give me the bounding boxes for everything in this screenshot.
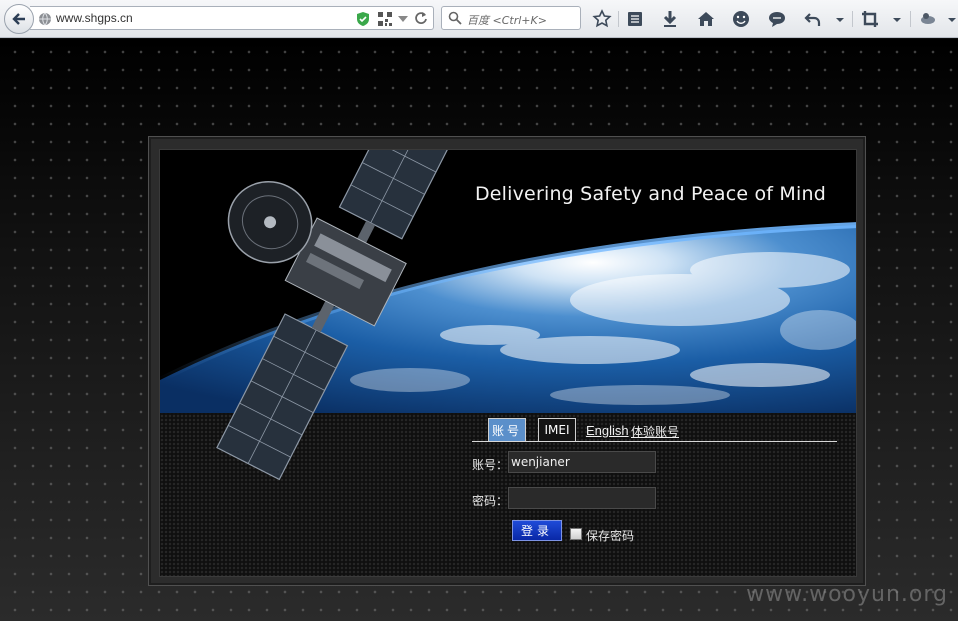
account-input[interactable] xyxy=(508,451,656,473)
satellite-image xyxy=(216,150,460,481)
url-text: www.shgps.cn xyxy=(56,11,133,25)
login-frame: Delivering Safety and Peace of Mind 账号 I… xyxy=(148,136,866,586)
back-arrow-icon xyxy=(12,13,25,25)
dropdown-arrow-icon[interactable] xyxy=(398,16,408,22)
login-panel: Delivering Safety and Peace of Mind 账号 I… xyxy=(159,149,857,577)
globe-icon xyxy=(39,12,51,26)
back-button[interactable] xyxy=(4,4,34,34)
banner-tagline: Delivering Safety and Peace of Mind xyxy=(474,183,826,205)
tab-account[interactable]: 账号 xyxy=(488,418,526,441)
bookmarks-list-icon[interactable] xyxy=(625,9,645,29)
download-icon[interactable] xyxy=(660,9,680,29)
bookmark-star-icon[interactable] xyxy=(592,9,612,29)
watermark: www.wooyun.org xyxy=(746,582,948,607)
undo-icon[interactable] xyxy=(803,9,823,29)
search-placeholder: 百度 <Ctrl+K> xyxy=(467,14,547,27)
login-button[interactable]: 登录 xyxy=(512,520,562,541)
account-label: 账号： xyxy=(472,458,509,472)
smiley-icon[interactable] xyxy=(731,9,751,29)
reload-icon[interactable] xyxy=(414,11,428,25)
address-bar[interactable]: www.shgps.cn xyxy=(30,6,434,30)
demo-account-link[interactable]: 体验账号 xyxy=(631,423,679,440)
login-tab-bar: 账号 IMEI English 体验账号 xyxy=(472,418,837,442)
dropdown-arrow-icon[interactable] xyxy=(830,9,850,29)
save-password-checkbox[interactable] xyxy=(570,528,582,540)
search-icon xyxy=(448,11,462,25)
password-input[interactable] xyxy=(508,487,656,509)
password-label: 密码： xyxy=(472,494,509,508)
chat-bubble-icon[interactable] xyxy=(767,9,787,29)
dropdown-arrow-icon[interactable] xyxy=(887,9,907,29)
shield-icon[interactable] xyxy=(356,11,370,27)
browser-toolbar: www.shgps.cn 百度 <Ctrl+K> xyxy=(0,0,958,38)
page-background: Delivering Safety and Peace of Mind 账号 I… xyxy=(0,39,958,621)
english-link[interactable]: English xyxy=(586,423,629,438)
dropdown-arrow-icon[interactable] xyxy=(942,9,958,29)
save-password-label: 保存密码 xyxy=(586,529,635,543)
crop-icon[interactable] xyxy=(860,9,880,29)
search-bar[interactable]: 百度 <Ctrl+K> xyxy=(441,6,581,30)
home-icon[interactable] xyxy=(696,9,716,29)
extension-icon[interactable] xyxy=(918,9,938,29)
tab-imei[interactable]: IMEI xyxy=(538,418,576,441)
qr-code-icon[interactable] xyxy=(378,12,392,26)
